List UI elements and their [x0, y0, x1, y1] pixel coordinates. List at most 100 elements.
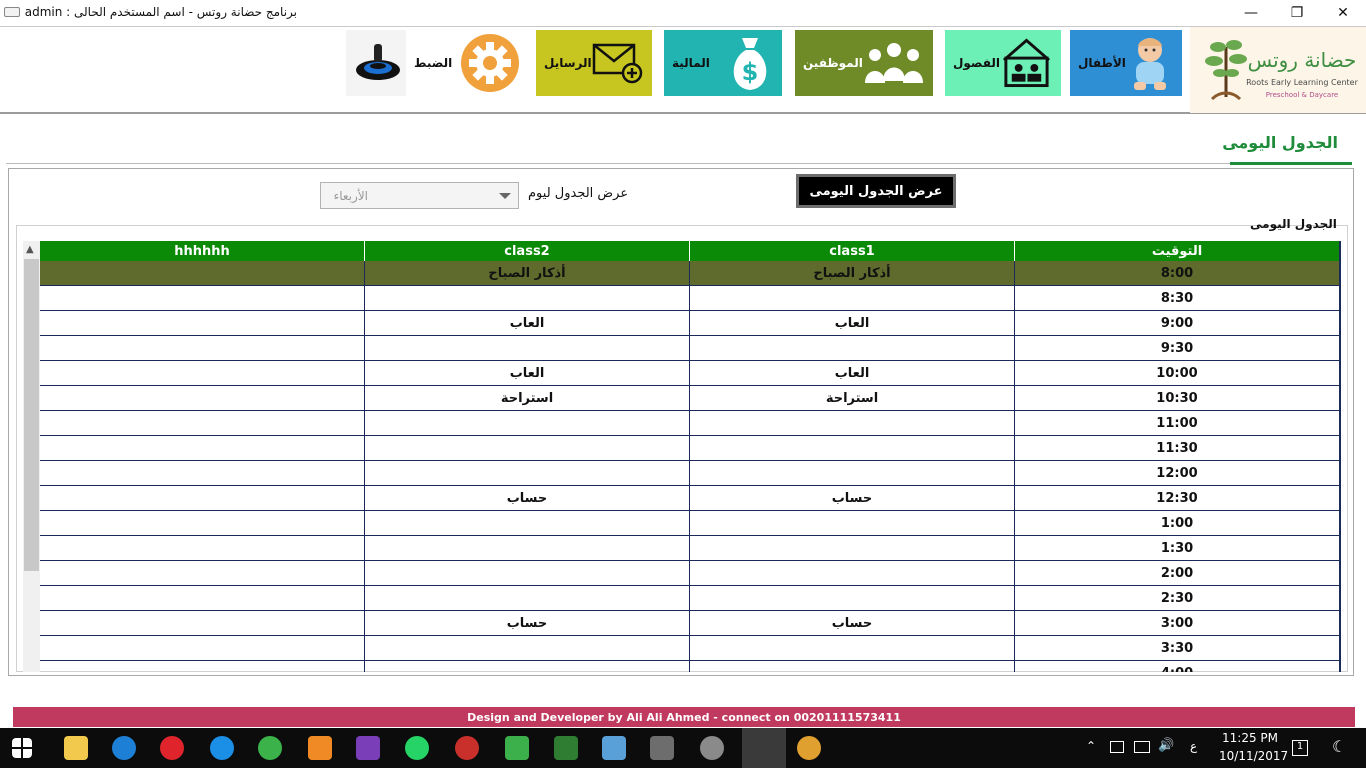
network-tray-icon[interactable]	[1134, 741, 1150, 753]
table-cell[interactable]	[365, 561, 690, 586]
table-cell[interactable]: حساب	[690, 611, 1015, 636]
night-mode-icon[interactable]: ☾	[1332, 737, 1346, 756]
time-cell[interactable]: 11:00	[1015, 411, 1339, 436]
active-app-icon[interactable]	[742, 728, 786, 768]
time-cell[interactable]: 11:30	[1015, 436, 1339, 461]
close-button[interactable]: ✕	[1320, 0, 1366, 26]
table-cell[interactable]	[40, 661, 365, 672]
finance-tile[interactable]: المالية $	[664, 30, 782, 96]
settings-app-icon[interactable]	[700, 736, 724, 760]
language-indicator[interactable]: ع	[1190, 739, 1197, 753]
table-row[interactable]: 12:00	[23, 461, 1339, 486]
table-cell[interactable]	[40, 536, 365, 561]
visual-studio-icon[interactable]	[356, 736, 380, 760]
column-header[interactable]: class2	[365, 241, 690, 261]
time-cell[interactable]: 8:30	[1015, 286, 1339, 311]
table-row[interactable]: 3:30	[23, 636, 1339, 661]
table-row[interactable]: 11:00	[23, 411, 1339, 436]
column-header[interactable]: class1	[690, 241, 1015, 261]
table-cell[interactable]: حساب	[365, 611, 690, 636]
table-cell[interactable]	[40, 486, 365, 511]
table-cell[interactable]	[40, 611, 365, 636]
grid-scrollbar[interactable]: ▲	[23, 241, 40, 672]
table-cell[interactable]	[690, 561, 1015, 586]
show-daily-schedule-button[interactable]: عرض الجدول اليومى	[796, 174, 956, 208]
table-row[interactable]: 9:00 العاب العاب	[23, 311, 1339, 336]
table-cell[interactable]	[690, 536, 1015, 561]
classes-tile[interactable]: الفصول	[945, 30, 1061, 96]
table-cell[interactable]	[690, 636, 1015, 661]
table-cell[interactable]: حساب	[365, 486, 690, 511]
table-cell[interactable]: العاب	[365, 361, 690, 386]
tray-arrow-icon[interactable]: ⌃	[1086, 739, 1096, 753]
table-cell[interactable]	[40, 361, 365, 386]
opera-icon[interactable]	[160, 736, 184, 760]
time-cell[interactable]: 8:00	[1015, 261, 1339, 286]
table-cell[interactable]	[40, 386, 365, 411]
table-cell[interactable]	[690, 411, 1015, 436]
table-cell[interactable]	[40, 336, 365, 361]
table-row[interactable]: 11:30	[23, 436, 1339, 461]
table-cell[interactable]: أذكار الصباح	[690, 261, 1015, 286]
table-cell[interactable]: حساب	[690, 486, 1015, 511]
edge-icon[interactable]	[112, 736, 136, 760]
schedule-grid[interactable]: التوقيت class1 class2 hhhhhh 8:00 أذكار الصبا…	[23, 241, 1341, 672]
table-cell[interactable]: العاب	[690, 311, 1015, 336]
xampp-icon[interactable]	[308, 736, 332, 760]
table-cell[interactable]	[365, 411, 690, 436]
table-cell[interactable]	[365, 336, 690, 361]
table-cell[interactable]: استراحة	[690, 386, 1015, 411]
notification-icon[interactable]: 1	[1292, 740, 1308, 756]
table-cell[interactable]	[690, 336, 1015, 361]
chrome-icon[interactable]	[258, 736, 282, 760]
table-cell[interactable]	[365, 286, 690, 311]
time-cell[interactable]: 9:00	[1015, 311, 1339, 336]
time-cell[interactable]: 3:00	[1015, 611, 1339, 636]
table-cell[interactable]	[365, 661, 690, 672]
table-row[interactable]: 2:00	[23, 561, 1339, 586]
table-cell[interactable]: استراحة	[365, 386, 690, 411]
time-cell[interactable]: 10:30	[1015, 386, 1339, 411]
children-tile[interactable]: الأطفال	[1070, 30, 1182, 96]
file-explorer-icon[interactable]	[64, 736, 88, 760]
table-row[interactable]: 8:00 أذكار الصباح أذكار الصباح	[23, 261, 1339, 286]
table-cell[interactable]	[690, 461, 1015, 486]
network-icon[interactable]	[602, 736, 626, 760]
time-cell[interactable]: 12:30	[1015, 486, 1339, 511]
table-cell[interactable]	[40, 511, 365, 536]
table-row[interactable]: 4:00	[23, 661, 1339, 672]
tools-icon[interactable]	[650, 736, 674, 760]
table-cell[interactable]	[40, 636, 365, 661]
column-header[interactable]: التوقيت	[1015, 241, 1339, 261]
volume-icon[interactable]: 🔊	[1158, 738, 1174, 753]
clock-time[interactable]: 11:25 PM	[1222, 731, 1278, 745]
table-row[interactable]: 2:30	[23, 586, 1339, 611]
table-row[interactable]: 1:00	[23, 511, 1339, 536]
table-cell[interactable]	[690, 661, 1015, 672]
table-cell[interactable]	[40, 561, 365, 586]
table-cell[interactable]	[40, 411, 365, 436]
table-cell[interactable]: العاب	[690, 361, 1015, 386]
table-cell[interactable]	[40, 261, 365, 286]
teamviewer-icon[interactable]	[210, 736, 234, 760]
table-cell[interactable]	[690, 586, 1015, 611]
table-cell[interactable]	[40, 586, 365, 611]
time-cell[interactable]: 3:30	[1015, 636, 1339, 661]
time-cell[interactable]: 12:00	[1015, 461, 1339, 486]
time-cell[interactable]: 9:30	[1015, 336, 1339, 361]
table-cell[interactable]	[40, 286, 365, 311]
table-row[interactable]: 3:00 حساب حساب	[23, 611, 1339, 636]
table-cell[interactable]	[690, 436, 1015, 461]
table-cell[interactable]	[365, 586, 690, 611]
people-icon[interactable]	[1110, 741, 1124, 753]
downloader-icon[interactable]	[455, 736, 479, 760]
scroll-up-icon[interactable]: ▲	[26, 244, 34, 255]
whatsapp-icon[interactable]	[405, 736, 429, 760]
time-cell[interactable]: 2:00	[1015, 561, 1339, 586]
camtasia-icon[interactable]	[505, 736, 529, 760]
table-cell[interactable]	[365, 436, 690, 461]
windows-start-icon[interactable]	[12, 738, 32, 758]
table-cell[interactable]	[40, 461, 365, 486]
table-cell[interactable]	[40, 436, 365, 461]
table-cell[interactable]	[690, 286, 1015, 311]
